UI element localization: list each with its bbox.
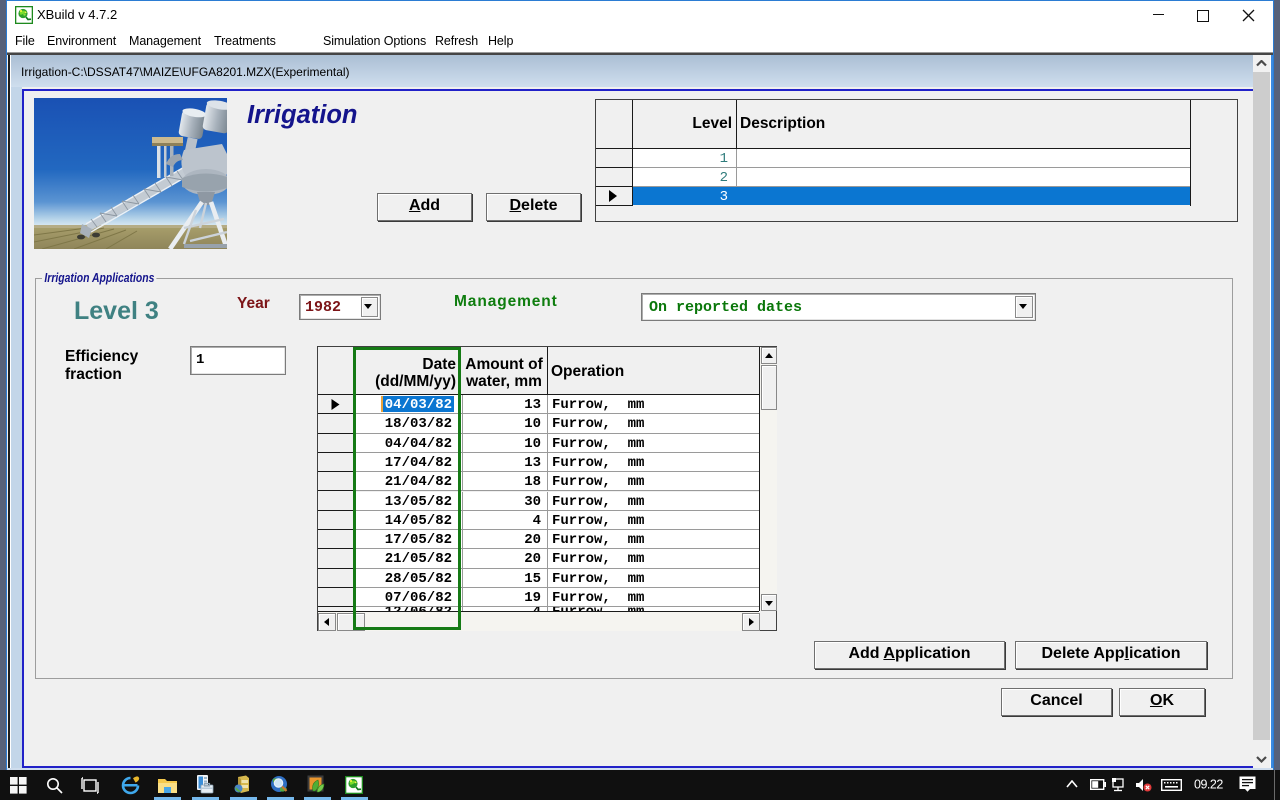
svg-text:09.22: 09.22 — [1194, 778, 1223, 792]
